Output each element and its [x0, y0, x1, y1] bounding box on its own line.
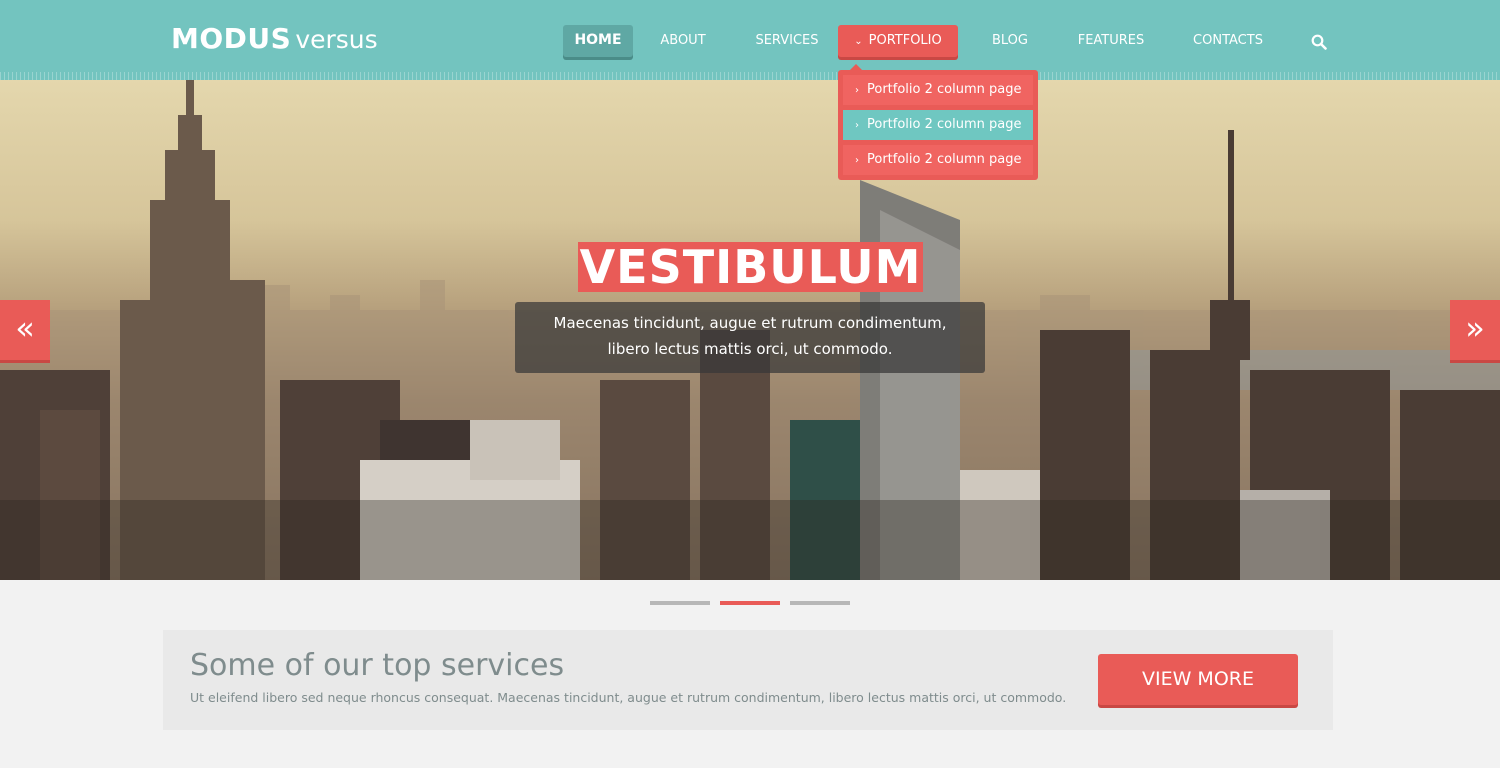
slider-next-button[interactable]: » — [1450, 300, 1500, 360]
services-text: Ut eleifend libero sed neque rhoncus con… — [190, 690, 1067, 705]
dropdown-item-label: Portfolio 2 column page — [867, 152, 1022, 167]
chevron-right-icon: › — [855, 120, 859, 131]
double-chevron-left-icon: « — [15, 309, 35, 347]
nav-about[interactable]: ABOUT — [652, 25, 714, 57]
header: MODUS versus HOME ABOUT SERVICES ⌄ PORTFOL… — [0, 0, 1500, 80]
nav-portfolio-label: PORTFOLIO — [868, 33, 942, 48]
portfolio-dropdown: › Portfolio 2 column page › Portfolio 2 co… — [838, 64, 1038, 180]
hero-slider: VESTIBULUM Maecenas tincidunt, augue et … — [0, 80, 1500, 580]
hero-title: VESTIBULUM — [578, 240, 923, 294]
dropdown-item-label: Portfolio 2 column page — [867, 82, 1022, 97]
hero-caption-line1: Maecenas tincidunt, augue et rutrum cond… — [553, 314, 947, 332]
slider-dot-active[interactable] — [720, 601, 780, 605]
dropdown-item[interactable]: › Portfolio 2 column page — [843, 75, 1033, 105]
slider-dot[interactable] — [790, 601, 850, 605]
page: MODUS versus HOME ABOUT SERVICES ⌄ PORTFOL… — [0, 0, 1500, 768]
search-button[interactable] — [1306, 25, 1332, 57]
hero-caption: Maecenas tincidunt, augue et rutrum cond… — [515, 302, 985, 373]
double-chevron-right-icon: » — [1465, 309, 1485, 347]
dropdown-item[interactable]: › Portfolio 2 column page — [843, 110, 1033, 140]
nav-portfolio[interactable]: ⌄ PORTFOLIO — [838, 25, 958, 57]
logo-bold: MODUS — [171, 22, 292, 55]
slider-pagination — [650, 601, 850, 607]
services-banner: Some of our top services Ut eleifend lib… — [163, 630, 1333, 730]
slider-dot[interactable] — [650, 601, 710, 605]
chevron-right-icon: › — [855, 155, 859, 166]
nav-contacts[interactable]: CONTACTS — [1186, 25, 1270, 57]
dropdown-item-label: Portfolio 2 column page — [867, 117, 1022, 132]
search-icon — [1311, 34, 1327, 50]
nav-features[interactable]: FEATURES — [1072, 25, 1150, 57]
chevron-right-icon: › — [855, 85, 859, 96]
view-more-button[interactable]: VIEW MORE — [1098, 654, 1298, 705]
logo[interactable]: MODUS versus — [171, 22, 378, 55]
logo-light: versus — [295, 25, 378, 54]
chevron-down-icon: ⌄ — [854, 36, 863, 47]
dropdown-item[interactable]: › Portfolio 2 column page — [843, 145, 1033, 175]
slider-prev-button[interactable]: « — [0, 300, 50, 360]
nav-blog[interactable]: BLOG — [984, 25, 1036, 57]
nav-services[interactable]: SERVICES — [749, 25, 825, 57]
hero-caption-line2: libero lectus mattis orci, ut commodo. — [607, 340, 893, 358]
nav-home[interactable]: HOME — [563, 25, 633, 57]
services-title: Some of our top services — [190, 648, 565, 683]
